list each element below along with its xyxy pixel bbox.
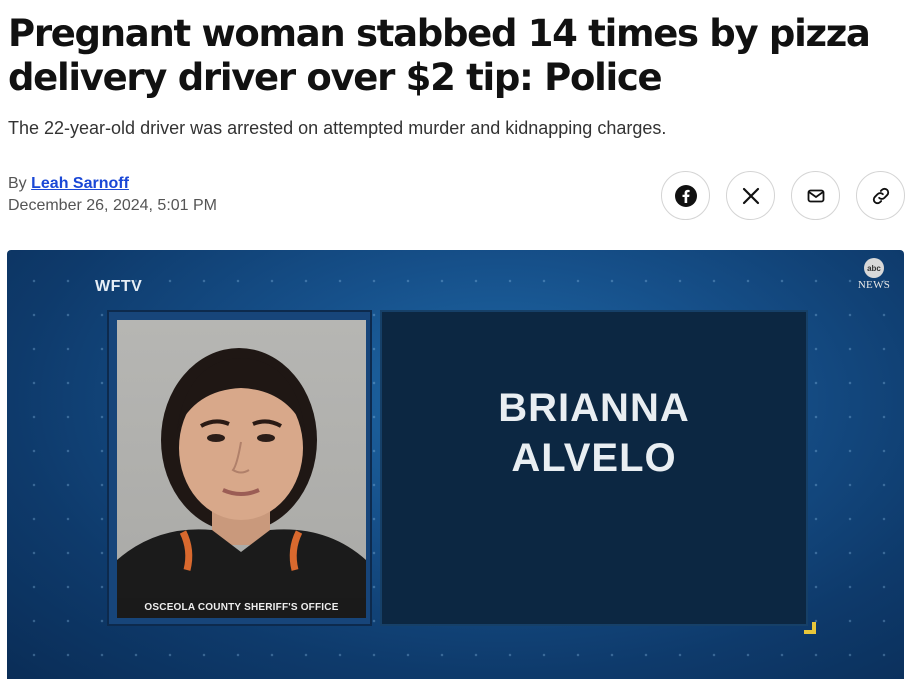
email-share-button[interactable] — [791, 171, 840, 220]
byline-prefix: By — [8, 175, 27, 192]
subject-name: BRIANNA ALVELO — [498, 383, 689, 483]
article-headline: Pregnant woman stabbed 14 times by pizza… — [8, 12, 871, 99]
facebook-share-button[interactable] — [661, 171, 710, 220]
abc-news-label: NEWS — [857, 279, 891, 291]
mugshot-photo: OSCEOLA COUNTY SHERIFF'S OFFICE — [117, 320, 366, 618]
x-icon — [742, 187, 759, 204]
mugshot-frame: OSCEOLA COUNTY SHERIFF'S OFFICE — [107, 310, 372, 626]
corner-accent — [804, 622, 816, 634]
author-link[interactable]: Leah Sarnoff — [31, 175, 129, 192]
abc-news-logo: abc NEWS — [852, 258, 896, 291]
copy-link-button[interactable] — [856, 171, 905, 220]
mail-icon — [807, 189, 824, 202]
mugshot-portrait — [117, 348, 366, 618]
abc-logo-icon: abc — [864, 258, 884, 278]
subject-last-name: ALVELO — [511, 436, 677, 480]
publish-date: December 26, 2024, 5:01 PM — [8, 197, 218, 214]
station-watermark: WFTV — [95, 278, 143, 295]
subject-first-name: BRIANNA — [498, 386, 690, 430]
article-dek: The 22-year-old driver was arrested on a… — [8, 118, 667, 138]
link-icon — [872, 187, 889, 204]
facebook-icon — [674, 184, 697, 207]
x-share-button[interactable] — [726, 171, 775, 220]
mugshot-caption: OSCEOLA COUNTY SHERIFF'S OFFICE — [117, 598, 366, 618]
share-bar — [661, 171, 905, 220]
name-card: BRIANNA ALVELO — [380, 310, 808, 626]
byline: By Leah Sarnoff — [8, 174, 129, 194]
hero-video-still[interactable]: WFTV abc NEWS OSCEOLA COUNTY SHERIFF'S O… — [7, 250, 904, 679]
